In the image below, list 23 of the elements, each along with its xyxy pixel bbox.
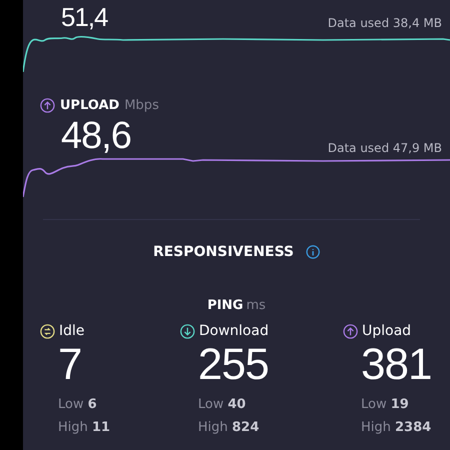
unit-label: ms [246, 298, 266, 313]
high-value: High 2384 [361, 420, 432, 435]
high-value: High 824 [198, 420, 260, 435]
high-value: High 11 [58, 420, 112, 435]
ping-label: PING [207, 298, 244, 313]
info-icon[interactable] [306, 245, 320, 259]
ping-type-label: Idle [59, 323, 85, 339]
low-value: Low 6 [58, 397, 98, 412]
ping-value: 381 [361, 343, 432, 387]
section-title: RESPONSIVENESS [153, 244, 294, 260]
ping-type-label: Download [199, 323, 269, 339]
swap-icon [40, 324, 55, 338]
ping-type-label: Upload [362, 323, 412, 339]
download-speed: 51,4 [61, 4, 108, 30]
ping-value: 255 [198, 343, 270, 387]
upload-speed: 48,6 [61, 117, 131, 155]
low-value: Low 19 [361, 397, 410, 412]
data-used: Data used 47,9 MB [328, 141, 442, 155]
data-used: Data used 38,4 MB [328, 16, 442, 30]
low-value: Low 40 [198, 397, 247, 412]
upload-label: UPLOAD [60, 98, 120, 113]
ping-value: 7 [58, 343, 82, 387]
unit-label: Mbps [124, 98, 159, 113]
